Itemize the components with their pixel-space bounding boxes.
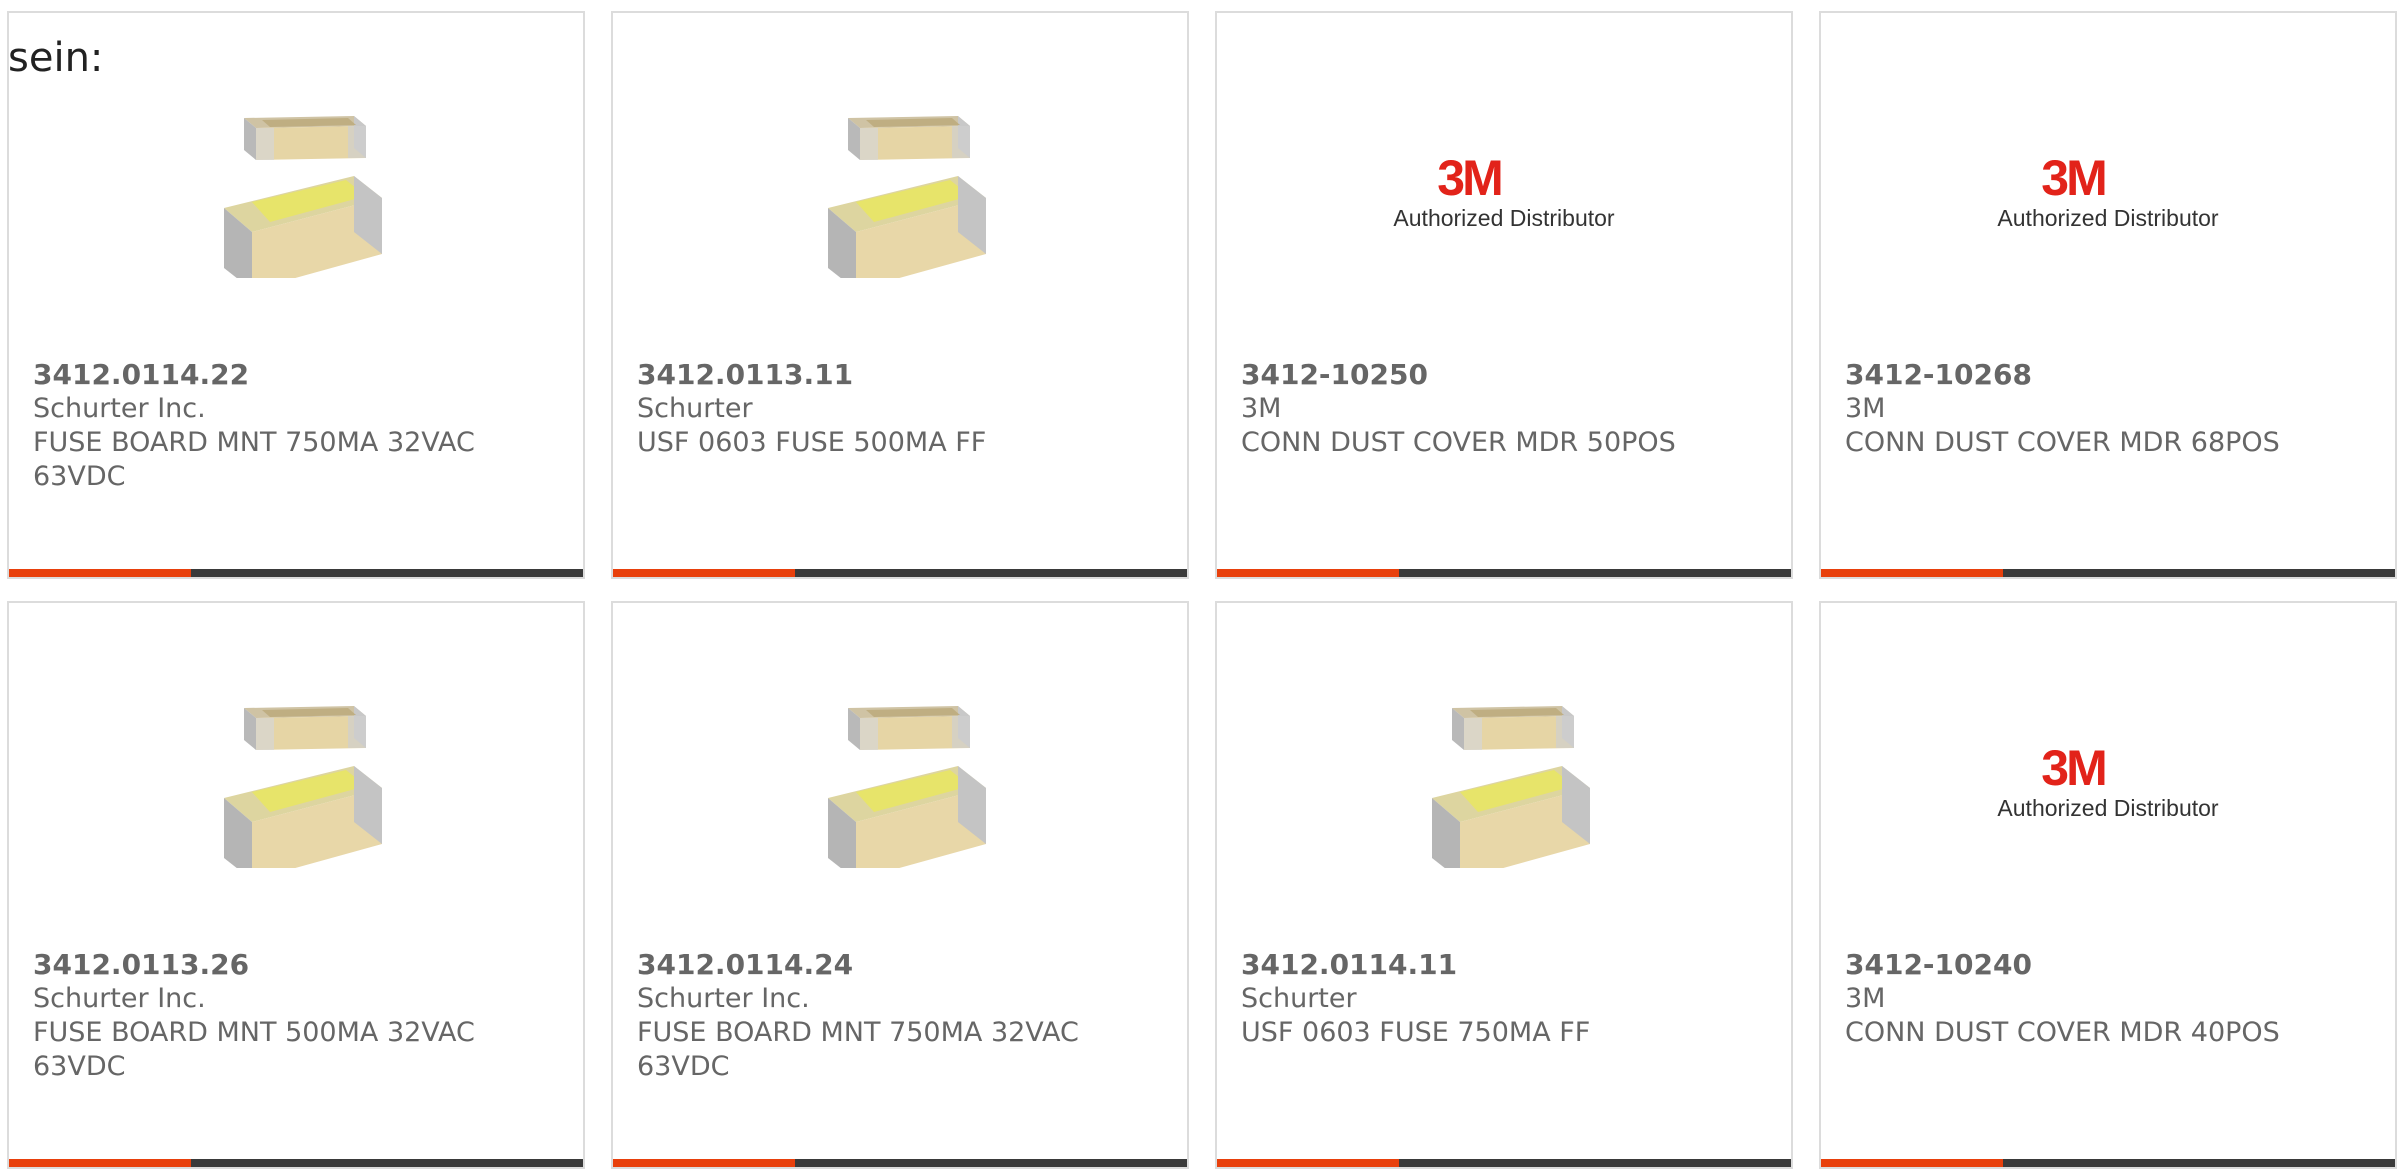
card-accent-bar	[9, 569, 191, 577]
product-card[interactable]: 3412.0114.24 Schurter Inc. FUSE BOARD MNT …	[611, 601, 1189, 1169]
card-accent-bar	[9, 1159, 191, 1167]
card-accent-bar	[1217, 569, 1399, 577]
product-description: CONN DUST COVER MDR 40POS	[1845, 1017, 2280, 1048]
product-image[interactable]: 3M Authorized Distributor	[1821, 678, 2395, 898]
part-number[interactable]: 3412.0113.11	[637, 358, 1163, 392]
product-image[interactable]	[613, 98, 1187, 318]
part-number[interactable]: 3412.0114.11	[1241, 948, 1767, 982]
product-description: FUSE BOARD MNT 750MA 32VAC 63VDC	[637, 1017, 1079, 1082]
manufacturer: 3M	[1845, 983, 1886, 1014]
card-bottom-bar	[795, 1159, 1187, 1167]
manufacturer: Schurter Inc.	[637, 983, 810, 1014]
3m-logo: 3M Authorized Distributor	[1393, 150, 1615, 231]
card-accent-bar	[613, 569, 795, 577]
product-info: 3412.0113.11 Schurter USF 0603 FUSE 500MA …	[637, 358, 1163, 460]
smd-fuse-icon	[828, 116, 986, 278]
card-bottom-bar	[191, 569, 583, 577]
card-accent-bar	[1821, 569, 2003, 577]
manufacturer: Schurter	[637, 393, 753, 424]
part-number[interactable]: 3412.0113.26	[33, 948, 559, 982]
product-description: USF 0603 FUSE 750MA FF	[1241, 1017, 1591, 1048]
product-card[interactable]: 3412.0114.11 Schurter USF 0603 FUSE 750MA …	[1215, 601, 1793, 1169]
card-accent-bar	[1217, 1159, 1399, 1167]
3m-logo: 3M Authorized Distributor	[1997, 150, 2219, 231]
product-description: FUSE BOARD MNT 750MA 32VAC 63VDC	[33, 427, 475, 492]
product-image[interactable]: 3M Authorized Distributor	[1821, 88, 2395, 308]
3m-logo: 3M Authorized Distributor	[1997, 740, 2219, 821]
card-bottom-bar	[795, 569, 1187, 577]
product-image[interactable]: 3M Authorized Distributor	[1217, 88, 1791, 308]
smd-fuse-icon	[224, 706, 382, 868]
card-accent-bar	[1821, 1159, 2003, 1167]
product-card[interactable]: 3M Authorized Distributor 3412-10268 3M CONN…	[1819, 11, 2397, 579]
card-accent-bar	[613, 1159, 795, 1167]
smd-fuse-icon	[224, 116, 382, 278]
product-image[interactable]	[9, 98, 583, 318]
part-number[interactable]: 3412-10250	[1241, 358, 1767, 392]
manufacturer: 3M	[1241, 393, 1282, 424]
product-description: USF 0603 FUSE 500MA FF	[637, 427, 987, 458]
product-info: 3412-10240 3M CONN DUST COVER MDR 40POS	[1845, 948, 2371, 1050]
manufacturer: Schurter	[1241, 983, 1357, 1014]
part-number[interactable]: 3412.0114.24	[637, 948, 1163, 982]
product-description: FUSE BOARD MNT 500MA 32VAC 63VDC	[33, 1017, 475, 1082]
manufacturer: 3M	[1845, 393, 1886, 424]
part-number[interactable]: 3412.0114.22	[33, 358, 559, 392]
product-card[interactable]: 3412.0114.22 Schurter Inc. FUSE BOARD MNT …	[7, 11, 585, 579]
product-info: 3412.0114.22 Schurter Inc. FUSE BOARD MNT …	[33, 358, 559, 494]
product-info: 3412-10268 3M CONN DUST COVER MDR 68POS	[1845, 358, 2371, 460]
product-card[interactable]: 3412.0113.26 Schurter Inc. FUSE BOARD MNT …	[7, 601, 585, 1169]
product-description: CONN DUST COVER MDR 50POS	[1241, 427, 1676, 458]
product-info: 3412-10250 3M CONN DUST COVER MDR 50POS	[1241, 358, 1767, 460]
manufacturer: Schurter Inc.	[33, 983, 206, 1014]
part-number[interactable]: 3412-10268	[1845, 358, 2371, 392]
card-bottom-bar	[1399, 569, 1791, 577]
smd-fuse-icon	[1432, 706, 1590, 868]
product-description: CONN DUST COVER MDR 68POS	[1845, 427, 2280, 458]
product-image[interactable]	[1217, 688, 1791, 908]
product-info: 3412.0114.11 Schurter USF 0603 FUSE 750MA …	[1241, 948, 1767, 1050]
part-number[interactable]: 3412-10240	[1845, 948, 2371, 982]
smd-fuse-icon	[828, 706, 986, 868]
product-card[interactable]: 3M Authorized Distributor 3412-10250 3M CONN…	[1215, 11, 1793, 579]
page-heading: sein:	[8, 35, 104, 81]
card-bottom-bar	[191, 1159, 583, 1167]
product-image[interactable]	[9, 688, 583, 908]
manufacturer: Schurter Inc.	[33, 393, 206, 424]
product-info: 3412.0113.26 Schurter Inc. FUSE BOARD MNT …	[33, 948, 559, 1084]
product-info: 3412.0114.24 Schurter Inc. FUSE BOARD MNT …	[637, 948, 1163, 1084]
product-card[interactable]: 3412.0113.11 Schurter USF 0603 FUSE 500MA …	[611, 11, 1189, 579]
card-bottom-bar	[2003, 569, 2395, 577]
product-image[interactable]	[613, 688, 1187, 908]
card-bottom-bar	[2003, 1159, 2395, 1167]
product-card[interactable]: 3M Authorized Distributor 3412-10240 3M CONN…	[1819, 601, 2397, 1169]
card-bottom-bar	[1399, 1159, 1791, 1167]
